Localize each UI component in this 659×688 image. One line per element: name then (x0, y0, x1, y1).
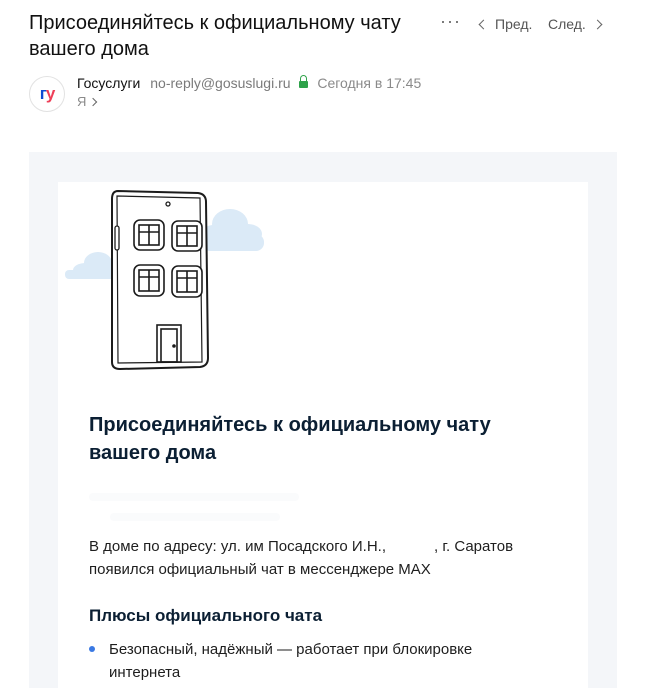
benefits-heading: Плюсы официального чата (89, 606, 323, 625)
chevron-left-icon (478, 19, 489, 30)
chevron-right-icon (89, 97, 98, 106)
list-item: Безопасный, надёжный — работает при блок… (89, 638, 529, 684)
sent-time: Сегодня в 17:45 (317, 75, 422, 91)
window-4 (171, 265, 203, 298)
benefit-text: Безопасный, надёжный — работает при блок… (109, 641, 473, 681)
avatar-letter-u: у (45, 84, 56, 103)
cloud-right-icon (201, 209, 264, 251)
recipient-toggle[interactable]: Я (77, 94, 98, 109)
prev-label: Пред. (495, 16, 533, 32)
prev-message-button[interactable]: Пред. (478, 16, 533, 32)
next-message-button[interactable]: След. (548, 16, 603, 32)
sender-info: Госуслуги no-reply@gosuslugi.ru Сегодня … (77, 75, 421, 91)
content-heading: Присоединяйтесь к официальному чату ваше… (89, 414, 491, 464)
chevron-right-icon (592, 19, 603, 30)
address-suffix: , г. Саратов (434, 538, 514, 555)
window-1 (133, 219, 165, 251)
sender-email[interactable]: no-reply@gosuslugi.ru (150, 75, 290, 91)
door-icon (156, 324, 182, 363)
bullet-dot-icon (89, 646, 95, 652)
next-label: След. (548, 16, 586, 32)
content-body: В доме по адресу: ул. им Посадского И.Н.… (89, 535, 569, 581)
redacted-text (110, 513, 280, 521)
address-prefix: В доме по адресу: ул. им Посадского И.Н.… (89, 538, 387, 555)
window-2 (171, 220, 203, 252)
recipient-label: Я (77, 94, 87, 109)
redacted-text (89, 493, 299, 501)
sender-name[interactable]: Госуслуги (77, 75, 140, 91)
body-line-2: появился официальный чат в мессенджере M… (89, 561, 431, 578)
email-subject: Присоединяйтесь к официальному чату ваше… (29, 12, 401, 60)
sender-avatar[interactable]: гу (29, 76, 65, 112)
lock-icon (299, 75, 309, 89)
more-dots-icon[interactable]: ··· (440, 11, 461, 32)
window-3 (133, 264, 165, 297)
building-illustration (65, 189, 264, 371)
message-navigation: ··· Пред. След. (440, 11, 659, 36)
